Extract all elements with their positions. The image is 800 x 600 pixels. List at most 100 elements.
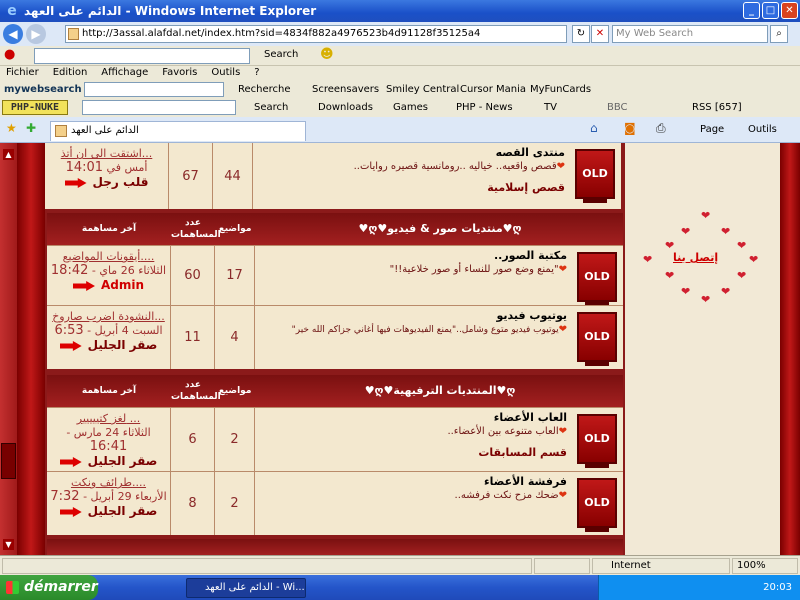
arrow-icon[interactable] — [59, 457, 82, 467]
subforum-link[interactable]: قسم المسابقات — [478, 446, 567, 459]
print-icon[interactable]: ⎙ — [656, 121, 666, 136]
menu-fichier[interactable]: Fichier — [6, 66, 39, 81]
home-icon[interactable]: ⌂ — [590, 121, 598, 135]
right-sidebar: ❤ ❤ ❤ ❤ ❤ ❤ ❤ ❤ ❤ ❤ ❤ ❤ إتصل بنا — [625, 143, 780, 555]
add-favorite-icon[interactable]: ✚ — [26, 121, 36, 135]
recherche-button[interactable]: Recherche — [238, 84, 291, 95]
toolbar-search-button[interactable]: Search — [264, 49, 298, 60]
address-bar[interactable]: http://3assal.alafdal.net/index.htm?sid=… — [65, 25, 567, 43]
toolbar-3: PHP-NUKE Search Downloads Games PHP - Ne… — [0, 99, 800, 117]
downloads-menu[interactable]: Downloads — [318, 102, 373, 113]
heart-icon: ❤ — [681, 225, 691, 238]
search-go-icon[interactable]: ⌕ — [770, 25, 788, 43]
subforum-link[interactable]: قصص إسلامية — [487, 181, 565, 194]
arrow-icon[interactable] — [59, 341, 82, 351]
zoom-control[interactable]: 100% — [732, 558, 798, 574]
phpnuke-search-input[interactable] — [82, 100, 236, 115]
php-news-menu[interactable]: PHP - News — [456, 102, 513, 113]
forum-name[interactable]: العاب الأعضاء — [494, 411, 567, 424]
tab-row: ★ ✚ ﺍﻟﺪﺍﺋﻢ ﻋﻠﻰ ﺍﻟﻌﻬﺪ ⌂ ◙ ⎙ Page Outils — [0, 117, 800, 143]
last-post-user[interactable]: صقر الجليل — [88, 504, 158, 518]
menu-affichage[interactable]: Affichage — [101, 66, 148, 81]
scroll-thumb[interactable] — [1, 443, 16, 479]
last-post-link[interactable]: أيقونات المواضيع.... — [47, 250, 170, 264]
start-button[interactable]: démarrer — [0, 575, 98, 600]
forum-status-icon: OLD — [577, 252, 617, 306]
last-post-date: السبت 4 أبريل - — [87, 324, 163, 337]
last-post-link[interactable]: النشودة اضرب صاروخ... — [47, 310, 170, 324]
posts-count: 60 — [171, 246, 215, 305]
last-post-time: 16:41 — [89, 439, 128, 454]
screensavers-link[interactable]: Screensavers — [312, 84, 379, 95]
last-post-link[interactable]: لغز كتييييير ... — [47, 412, 170, 426]
forum-name[interactable]: فرفشة الأعضاء — [484, 475, 567, 488]
tv-button[interactable]: TV — [544, 102, 557, 113]
myfuncards-link[interactable]: MyFunCards — [530, 84, 591, 95]
protected-mode-icon — [534, 558, 590, 574]
scroll-up-icon[interactable]: ▲ — [3, 149, 14, 160]
minimize-button[interactable]: _ — [743, 2, 760, 19]
vertical-scrollbar[interactable]: ▲ ▼ — [0, 143, 17, 555]
arrow-icon[interactable] — [64, 178, 87, 188]
stop-button[interactable]: ✕ — [591, 25, 609, 43]
close-button[interactable]: ✕ — [781, 2, 798, 19]
outils-menu[interactable]: Outils — [748, 124, 777, 135]
ie-icon: e — [7, 3, 17, 19]
menu-favoris[interactable]: Favoris — [162, 66, 197, 81]
page-menu[interactable]: Page — [700, 124, 724, 135]
cursor-mania-link[interactable]: Cursor Mania — [460, 84, 526, 95]
last-post-cell: اشتقت الى ان أتذ... أمس في 14:01 قلب رجل — [45, 143, 169, 209]
last-post-user[interactable]: صقر الجليل — [88, 338, 158, 352]
menu-edition[interactable]: Edition — [53, 66, 88, 81]
radio-station[interactable]: BBC — [607, 102, 628, 113]
forum-name[interactable]: مكتبة الصور.. — [494, 249, 567, 262]
last-post-user[interactable]: قلب رجل — [93, 175, 149, 189]
contact-us-link[interactable]: إتصل بنا — [673, 251, 718, 264]
taskbar-ie-window[interactable]: ﺍﻟﺪﺍﺋﻢ ﻋﻠﻰ ﺍﻟﻌﻬﺪ - Wi... — [186, 578, 306, 598]
forum-row: اشتقت الى ان أتذ... أمس في 14:01 قلب رجل… — [45, 143, 621, 209]
topics-count: 2 — [215, 408, 255, 471]
forum-name[interactable]: منتدى القصه — [496, 146, 565, 159]
smiley-central-link[interactable]: Smiley Central — [386, 84, 459, 95]
rss-button[interactable]: RSS [657] — [692, 102, 742, 113]
smiley-icon[interactable]: ● — [4, 47, 15, 62]
last-post-link[interactable]: اشتقت الى ان أتذ... — [45, 147, 168, 161]
last-post-date: الثلاثاء 24 مارس - — [66, 426, 151, 439]
arrow-icon[interactable] — [72, 281, 95, 291]
arrow-icon[interactable] — [59, 507, 82, 517]
last-post-time: 7:32 — [50, 489, 80, 504]
back-button[interactable]: ◀ — [3, 24, 23, 44]
menu-help[interactable]: ? — [254, 66, 259, 81]
forum-status-icon: OLD — [575, 149, 615, 203]
taskbar: démarrer ﺍﻟﺪﺍﺋﻢ ﻋﻠﻰ ﺍﻟﻌﻬﺪ - Wi... 20:03 — [0, 575, 800, 600]
col-posts: عدد المساهمات — [171, 218, 221, 240]
mywebsearch-logo: mywebsearch — [4, 84, 82, 95]
forward-button[interactable]: ▶ — [26, 24, 46, 44]
feeds-icon[interactable]: ◙ — [624, 121, 636, 135]
maximize-button[interactable]: □ — [762, 2, 779, 19]
last-post-user[interactable]: صقر الجليل — [88, 454, 158, 468]
favorites-star-icon[interactable]: ★ — [6, 121, 17, 135]
web-search-input[interactable]: My Web Search — [612, 25, 768, 43]
tab-current[interactable]: ﺍﻟﺪﺍﺋﻢ ﻋﻠﻰ ﺍﻟﻌﻬﺪ — [50, 121, 306, 141]
last-post-link[interactable]: طرائف ونكت.... — [47, 476, 170, 490]
games-menu[interactable]: Games — [393, 102, 428, 113]
zone-label: Internet — [611, 560, 651, 571]
forum-name[interactable]: يوتيوب فيديو — [496, 309, 567, 322]
menu-outils[interactable]: Outils — [211, 66, 240, 81]
last-post-user[interactable]: Admin — [101, 278, 144, 292]
toolbar-search-combo[interactable] — [34, 48, 250, 64]
smiley-face-icon[interactable]: ☻ — [320, 47, 334, 62]
mywebsearch-input[interactable] — [84, 82, 224, 97]
section-title[interactable]: ♥ღ♥المنتديات الترفيهية♥ღ — [257, 375, 623, 407]
zoom-level: 100% — [737, 560, 766, 571]
address-url: http://3assal.alafdal.net/index.htm?sid=… — [82, 28, 481, 39]
section-title[interactable]: ♥ღ♥منتديات صور & فيديو♥ღ — [257, 213, 623, 245]
phpnuke-search-button[interactable]: Search — [254, 102, 288, 113]
scroll-down-icon[interactable]: ▼ — [3, 539, 14, 550]
last-post-cell: أيقونات المواضيع.... الثلاثاء 26 ماي - 1… — [47, 246, 171, 305]
forum-info: فرفشة الأعضاء ❤ضحك مزح نكت فرفشه.. OLD — [255, 472, 623, 535]
left-decoration — [17, 143, 45, 555]
refresh-button[interactable]: ↻ — [572, 25, 590, 43]
page-icon — [68, 28, 79, 40]
